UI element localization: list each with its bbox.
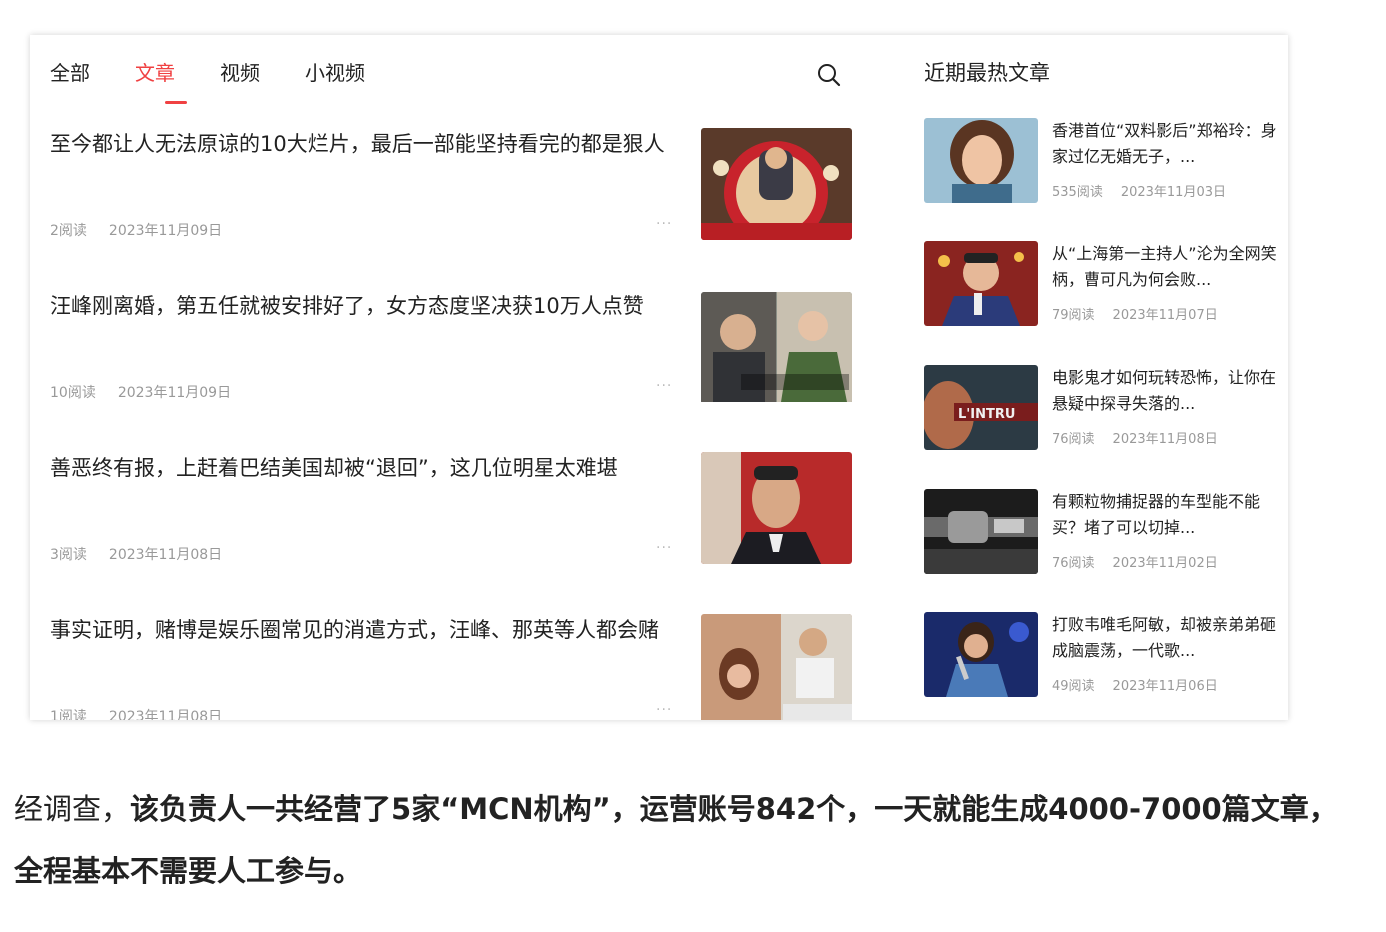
hot-article-meta: 79阅读 2023年11月07日 [1052,304,1218,323]
hot-article-thumbnail[interactable] [924,489,1038,574]
article-item: 汪峰刚离婚，第五任就被安排好了，女方态度坚决获10万人点赞 10阅读 2023年1… [50,290,855,420]
publish-date: 2023年11月07日 [1112,308,1218,323]
article-title[interactable]: 至今都让人无法原谅的10大烂片，最后一部能坚持看完的都是狠人 [50,128,675,161]
tab-short-videos[interactable]: 小视频 [305,57,365,86]
read-count: 2阅读 [50,223,87,239]
caption-plain: 经调查， [14,792,131,826]
article-title[interactable]: 事实证明，赌博是娱乐圈常见的消遣方式，汪峰、那英等人都会赌 [50,614,675,647]
hot-article-title[interactable]: 香港首位“双料影后”郑裕玲：身家过亿无婚无子，... [1052,118,1280,170]
read-count: 49阅读 [1052,679,1095,694]
hot-article-meta: 76阅读 2023年11月02日 [1052,552,1218,571]
hot-article-title[interactable]: 有颗粒物捕捉器的车型能不能买？堵了可以切掉... [1052,489,1280,541]
read-count: 76阅读 [1052,556,1095,571]
hot-article-thumbnail[interactable] [924,118,1038,203]
publish-date: 2023年11月06日 [1112,679,1218,694]
publish-date: 2023年11月08日 [1112,432,1218,447]
hot-article-meta: 49阅读 2023年11月06日 [1052,675,1218,694]
more-options-icon[interactable]: ··· [656,216,672,232]
read-count: 3阅读 [50,547,87,563]
article-meta: 2阅读 2023年11月09日 [50,220,222,240]
content-panel: 全部 文章 视频 小视频 近期最热文章 至今都让人无法原谅的10大烂片，最后一部… [30,35,1288,720]
tab-all[interactable]: 全部 [50,57,90,86]
read-count: 79阅读 [1052,308,1095,323]
article-thumbnail[interactable] [701,614,852,720]
publish-date: 2023年11月09日 [117,385,232,401]
read-count: 76阅读 [1052,432,1095,447]
publish-date: 2023年11月08日 [108,709,223,720]
article-title[interactable]: 汪峰刚离婚，第五任就被安排好了，女方态度坚决获10万人点赞 [50,290,675,323]
tab-videos[interactable]: 视频 [220,57,260,86]
article-item: 至今都让人无法原谅的10大烂片，最后一部能坚持看完的都是狠人 2阅读 2023年1… [50,128,855,258]
hot-article-item: 香港首位“双料影后”郑裕玲：身家过亿无婚无子，... 535阅读 2023年11月… [924,118,1279,208]
article-thumbnail[interactable] [701,292,852,404]
article-item: 善恶终有报，上赶着巴结美国却被“退回”，这几位明星太难堪 3阅读 2023年11月… [50,452,855,582]
hot-article-item: 有颗粒物捕捉器的车型能不能买？堵了可以切掉... 76阅读 2023年11月02日 [924,489,1279,579]
hot-article-item: 从“上海第一主持人”沦为全网笑柄，曹可凡为何会败... 79阅读 2023年11月… [924,241,1279,331]
article-thumbnail[interactable] [701,452,852,564]
more-options-icon[interactable]: ··· [656,378,672,394]
caption-text: 经调查，该负责人一共经营了5家“MCN机构”，运营账号842个，一天就能生成40… [14,778,1354,902]
hot-article-thumbnail[interactable] [924,241,1038,326]
read-count: 10阅读 [50,385,96,401]
hot-article-thumbnail[interactable] [924,612,1038,697]
hot-article-meta: 76阅读 2023年11月08日 [1052,428,1218,447]
hot-article-item: L'INTRU 电影鬼才如何玩转恐怖，让你在悬疑中探寻失落的... 76阅读 20… [924,365,1279,455]
read-count: 535阅读 [1052,185,1103,200]
article-meta: 1阅读 2023年11月08日 [50,706,222,720]
hot-article-title[interactable]: 电影鬼才如何玩转恐怖，让你在悬疑中探寻失落的... [1052,365,1280,417]
article-meta: 10阅读 2023年11月09日 [50,382,231,402]
search-button[interactable] [816,62,842,88]
publish-date: 2023年11月02日 [1112,556,1218,571]
publish-date: 2023年11月03日 [1120,185,1226,200]
article-thumbnail[interactable] [701,128,852,240]
article-meta: 3阅读 2023年11月08日 [50,544,222,564]
hot-article-thumbnail[interactable]: L'INTRU [924,365,1038,450]
tab-articles[interactable]: 文章 [135,57,175,86]
more-options-icon[interactable]: ··· [656,540,672,556]
hot-article-item: 打败韦唯毛阿敏，却被亲弟弟砸成脑震荡，一代歌... 49阅读 2023年11月06… [924,612,1279,702]
hot-article-title[interactable]: 打败韦唯毛阿敏，却被亲弟弟砸成脑震荡，一代歌... [1052,612,1280,664]
svg-text:L'INTRU: L'INTRU [958,407,1015,422]
search-icon [818,64,841,87]
sidebar-title: 近期最热文章 [924,61,1050,85]
read-count: 1阅读 [50,709,87,720]
publish-date: 2023年11月08日 [108,547,223,563]
publish-date: 2023年11月09日 [108,223,223,239]
caption-bold: 该负责人一共经营了5家“MCN机构”，运营账号842个，一天就能生成4000-7… [14,792,1338,888]
hot-article-meta: 535阅读 2023年11月03日 [1052,181,1226,200]
article-item: 事实证明，赌博是娱乐圈常见的消遣方式，汪峰、那英等人都会赌 1阅读 2023年11… [50,614,855,720]
more-options-icon[interactable]: ··· [656,702,672,718]
article-title[interactable]: 善恶终有报，上赶着巴结美国却被“退回”，这几位明星太难堪 [50,452,675,485]
active-tab-indicator [165,101,187,104]
hot-article-title[interactable]: 从“上海第一主持人”沦为全网笑柄，曹可凡为何会败... [1052,241,1280,293]
